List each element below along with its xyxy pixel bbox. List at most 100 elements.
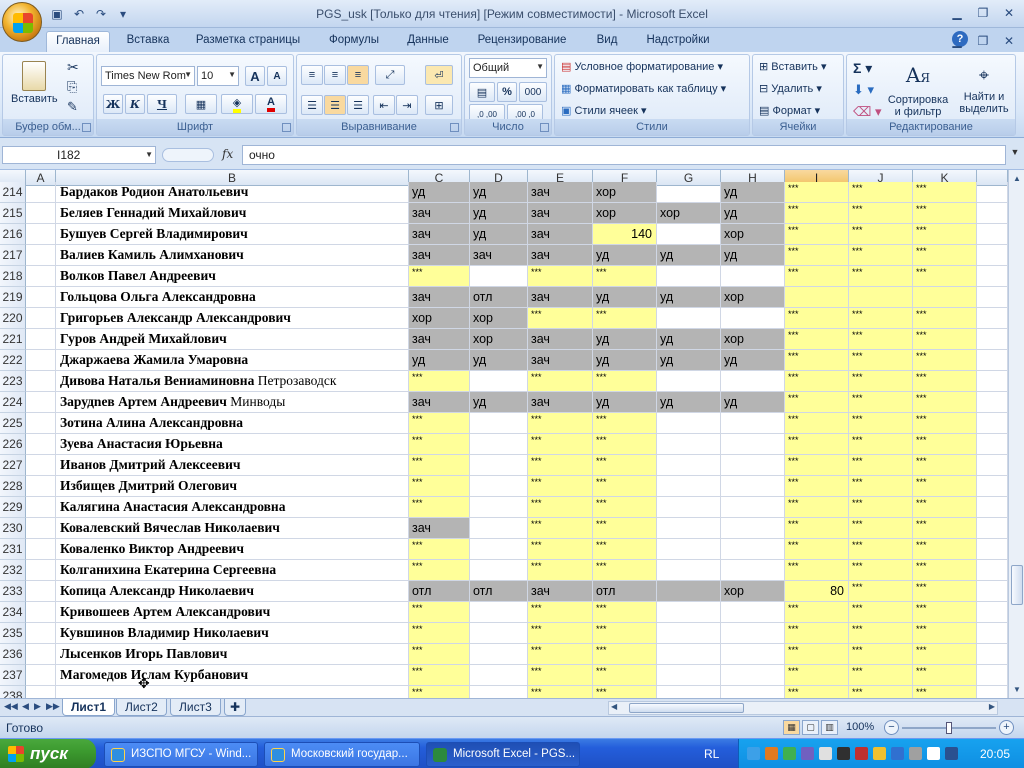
cell-f[interactable]: ***	[593, 476, 657, 497]
cell-d[interactable]	[470, 560, 528, 581]
cell-j[interactable]: ***	[849, 266, 913, 287]
currency-button[interactable]: ▤	[469, 82, 495, 102]
number-launcher-icon[interactable]	[540, 123, 549, 132]
cell-l[interactable]	[977, 203, 1008, 224]
cell-d[interactable]: хор	[470, 329, 528, 350]
cell-g[interactable]	[657, 371, 721, 392]
insert-function-button[interactable]: fx	[222, 147, 233, 161]
row-header[interactable]: 222	[0, 350, 26, 371]
row-header[interactable]: 233	[0, 581, 26, 602]
align-right-button[interactable]: ☰	[347, 95, 369, 115]
cell-g[interactable]	[657, 266, 721, 287]
cell-c[interactable]: ***	[409, 560, 470, 581]
cell-i[interactable]: 80	[785, 581, 849, 602]
tray-app-icon[interactable]	[837, 747, 850, 760]
cell-j[interactable]: ***	[849, 224, 913, 245]
cell-a[interactable]	[26, 245, 56, 266]
cell-k[interactable]: ***	[913, 203, 977, 224]
tray-app-icon[interactable]	[801, 747, 814, 760]
row-header[interactable]: 218	[0, 266, 26, 287]
wb-restore-icon[interactable]: ❐	[972, 32, 994, 49]
scroll-down-icon[interactable]: ▼	[1011, 683, 1023, 696]
cell-j[interactable]: ***	[849, 245, 913, 266]
cell-e[interactable]: ***	[528, 266, 593, 287]
tab-insert[interactable]: Вставка	[118, 31, 178, 52]
cell-a[interactable]	[26, 476, 56, 497]
cell-f[interactable]: ***	[593, 413, 657, 434]
tray-app-icon[interactable]	[891, 747, 904, 760]
tray-app-icon[interactable]	[765, 747, 778, 760]
cell-g[interactable]	[657, 518, 721, 539]
percent-button[interactable]: %	[497, 82, 517, 102]
scroll-left-icon[interactable]: ◀	[611, 702, 617, 711]
minimize-icon[interactable]: ▁	[946, 4, 968, 21]
cell-name[interactable]: Иванов Дмитрий Алексеевич	[56, 455, 409, 476]
paste-button[interactable]: Вставить	[11, 59, 58, 115]
cell-f[interactable]: ***	[593, 602, 657, 623]
cell-name[interactable]: Кривошеев Артем Александрович	[56, 602, 409, 623]
cell-d[interactable]: уд	[470, 203, 528, 224]
cell-h[interactable]	[721, 623, 785, 644]
conditional-formatting-button[interactable]: ▤ Условное форматирование ▾	[561, 60, 723, 73]
cell-e[interactable]: ***	[528, 371, 593, 392]
cell-l[interactable]	[977, 455, 1008, 476]
cell-l[interactable]	[977, 245, 1008, 266]
underline-button[interactable]: Ч	[147, 94, 177, 114]
cell-k[interactable]: ***	[913, 623, 977, 644]
zoom-level[interactable]: 100%	[846, 721, 874, 733]
cell-d[interactable]	[470, 518, 528, 539]
tab-view[interactable]: Вид	[590, 31, 624, 52]
cell-l[interactable]	[977, 371, 1008, 392]
cell-d[interactable]	[470, 623, 528, 644]
cell-l[interactable]	[977, 623, 1008, 644]
cell-k[interactable]: ***	[913, 371, 977, 392]
cell-c[interactable]: ***	[409, 476, 470, 497]
cell-g[interactable]: уд	[657, 350, 721, 371]
cell-i[interactable]: ***	[785, 665, 849, 686]
cell-e[interactable]: ***	[528, 308, 593, 329]
cell-i[interactable]: ***	[785, 224, 849, 245]
wb-close-icon[interactable]: ✕	[998, 32, 1020, 49]
cell-g[interactable]	[657, 581, 721, 602]
cell-k[interactable]: ***	[913, 560, 977, 581]
cell-c[interactable]: ***	[409, 686, 470, 698]
cell-name[interactable]: Магомедов Ислам Курбанович	[56, 665, 409, 686]
cell-d[interactable]	[470, 413, 528, 434]
cell-j[interactable]: ***	[849, 455, 913, 476]
formula-input[interactable]: очно	[242, 145, 1006, 165]
cell-j[interactable]: ***	[849, 350, 913, 371]
cell-c[interactable]: ***	[409, 644, 470, 665]
cell-l[interactable]	[977, 602, 1008, 623]
fill-color-button[interactable]: ◈	[221, 94, 253, 114]
cell-c[interactable]: зач	[409, 224, 470, 245]
cell-f[interactable]: уд	[593, 329, 657, 350]
cell-e[interactable]: зач	[528, 329, 593, 350]
taskbar-item-ie-2[interactable]: Московский государ...	[264, 742, 420, 767]
cell-j[interactable]: ***	[849, 203, 913, 224]
cell-g[interactable]: уд	[657, 392, 721, 413]
cell-name[interactable]: Беляев Геннадий Михайлович	[56, 203, 409, 224]
row-header[interactable]: 215	[0, 203, 26, 224]
row-header[interactable]: 232	[0, 560, 26, 581]
cell-h[interactable]: уд	[721, 203, 785, 224]
cell-e[interactable]: зач	[528, 245, 593, 266]
taskbar-item-excel[interactable]: Microsoft Excel - PGS...	[426, 742, 580, 767]
row-header[interactable]: 235	[0, 623, 26, 644]
wb-minimize-icon[interactable]: ▁	[946, 32, 968, 49]
cell-h[interactable]	[721, 518, 785, 539]
cell-i[interactable]: ***	[785, 518, 849, 539]
grow-font-button[interactable]: A	[245, 66, 265, 86]
cell-g[interactable]	[657, 455, 721, 476]
cell-h[interactable]	[721, 455, 785, 476]
cell-c[interactable]: ***	[409, 539, 470, 560]
cell-d[interactable]	[470, 665, 528, 686]
cell-a[interactable]	[26, 329, 56, 350]
cell-name[interactable]: Зарудnев Артем Андреевич Минводы	[56, 392, 409, 413]
cell-d[interactable]: уд	[470, 224, 528, 245]
cell-d[interactable]	[470, 371, 528, 392]
cell-k[interactable]: ***	[913, 539, 977, 560]
worksheet-grid[interactable]: A B C D E F G H I J K 214 Бардаков Родион…	[0, 170, 1008, 698]
row-header[interactable]: 238	[0, 686, 26, 698]
cell-a[interactable]	[26, 686, 56, 698]
cell-k[interactable]: ***	[913, 602, 977, 623]
